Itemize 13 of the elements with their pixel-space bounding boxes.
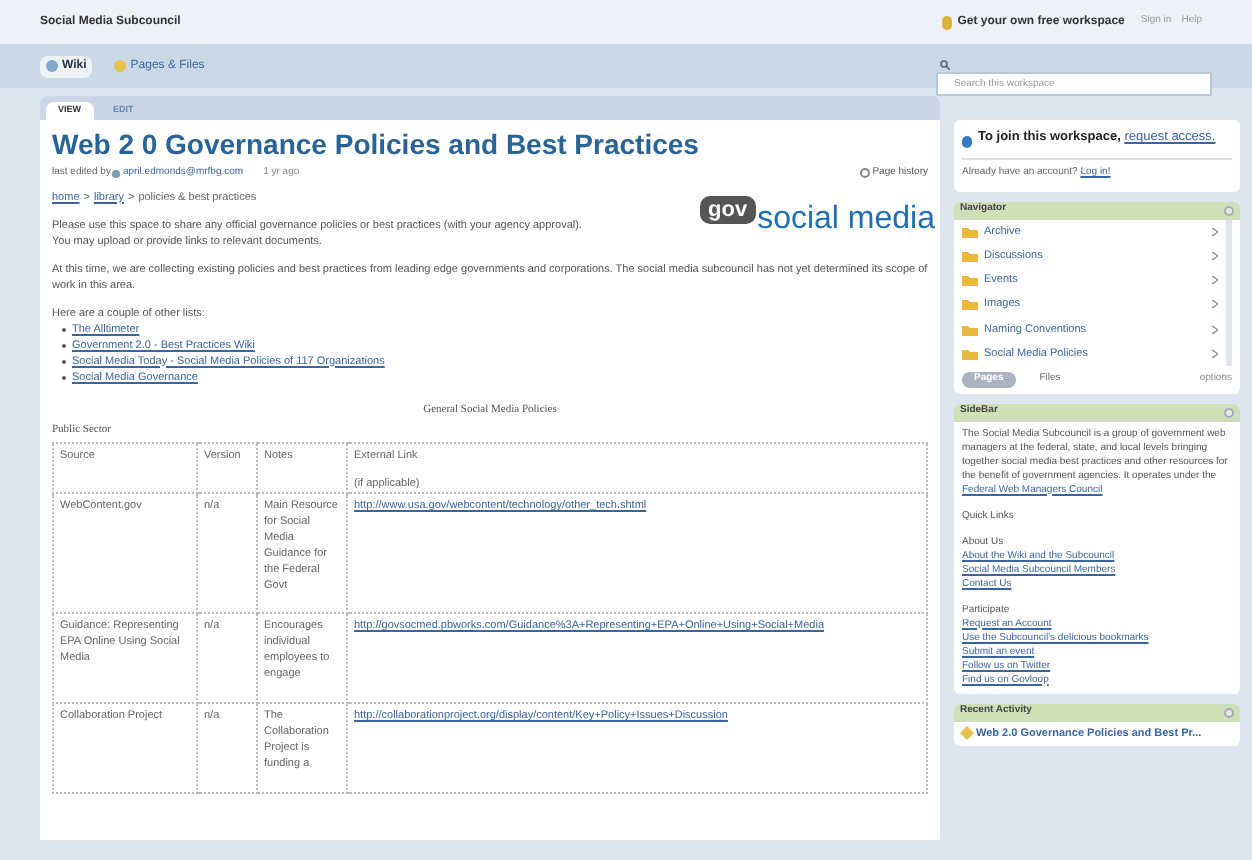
chevron-icon: [1212, 276, 1218, 285]
page-title: Web 2 0 Governance Policies and Best Practices: [52, 128, 701, 160]
logo-text: social media: [757, 201, 935, 237]
search-icon: [940, 60, 950, 70]
collapse-icon[interactable]: [1224, 707, 1234, 717]
collapse-icon[interactable]: [1224, 407, 1234, 417]
chevron-icon: [1212, 300, 1218, 309]
logo-badge: gov: [700, 195, 756, 223]
chevron-icon: [1212, 349, 1218, 358]
collapse-icon[interactable]: [1224, 205, 1234, 215]
chevron-icon: [1212, 251, 1218, 260]
chevron-icon: [1212, 227, 1218, 236]
chevron-icon: [1212, 325, 1218, 334]
